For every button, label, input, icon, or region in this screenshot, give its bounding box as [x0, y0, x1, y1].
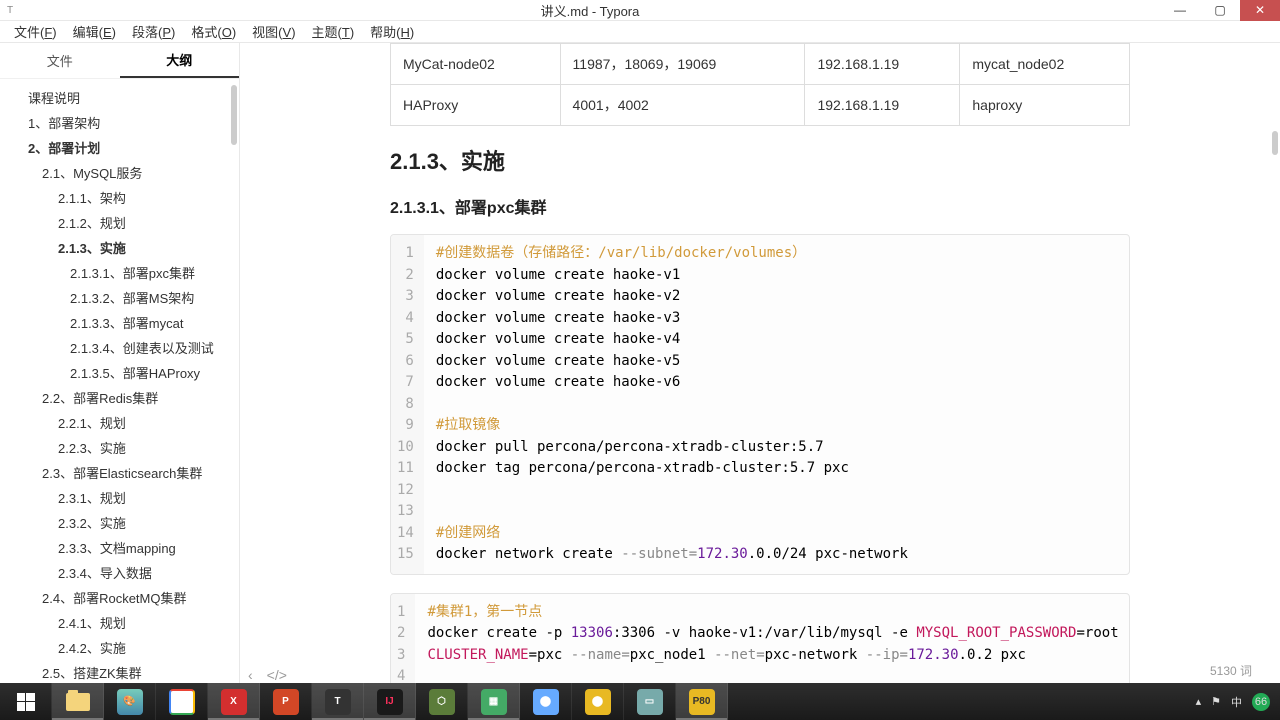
system-tray[interactable]: ▴ ⚑ 中 66	[1196, 693, 1280, 711]
outline-item[interactable]: 2.1.1、架构	[0, 185, 239, 210]
start-button[interactable]	[0, 683, 52, 720]
app-icon: T	[0, 5, 20, 16]
menu-paragraph[interactable]: 段落(P)	[124, 20, 183, 43]
outline-item[interactable]: 2、部署计划	[0, 135, 239, 160]
outline-list[interactable]: 课程说明1、部署架构2、部署计划2.1、MySQL服务2.1.1、架构2.1.2…	[0, 79, 239, 683]
window-title: 讲义.md - Typora	[20, 1, 1160, 20]
tab-files[interactable]: 文件	[0, 43, 120, 78]
tab-outline[interactable]: 大纲	[120, 43, 240, 78]
tray-lang[interactable]: 中	[1231, 694, 1242, 710]
outline-item[interactable]: 2.3.2、实施	[0, 510, 239, 535]
task-app5[interactable]: ▭	[624, 683, 676, 720]
bottom-toolbar: ‹ </>	[248, 667, 287, 683]
titlebar: T 讲义.md - Typora — ▢ ✕	[0, 0, 1280, 21]
outline-item[interactable]: 2.1.2、规划	[0, 210, 239, 235]
outline-item[interactable]: 2.1.3.2、部署MS架构	[0, 285, 239, 310]
task-intellij[interactable]: IJ	[364, 683, 416, 720]
table-row: HAProxy 4001，4002 192.168.1.19 haproxy	[391, 85, 1130, 126]
task-paint[interactable]: 🎨	[104, 683, 156, 720]
code-icon[interactable]: </>	[267, 667, 287, 683]
outline-item[interactable]: 2.1.3.4、创建表以及测试	[0, 335, 239, 360]
taskbar: 🎨 X P T IJ ⬡ ▦ ⬤ ⬤ ▭ P80 ▴ ⚑ 中 66	[0, 683, 1280, 720]
menu-help[interactable]: 帮助(H)	[362, 20, 422, 43]
heading-h2: 2.1.3、实施	[390, 144, 1130, 176]
plan-table: MyCat-node02 11987，18069，19069 192.168.1…	[390, 43, 1130, 126]
outline-item[interactable]: 2.1.3.3、部署mycat	[0, 310, 239, 335]
task-chrome[interactable]	[156, 683, 208, 720]
task-app6[interactable]: P80	[676, 683, 728, 720]
menu-format[interactable]: 格式(O)	[183, 20, 244, 43]
back-icon[interactable]: ‹	[248, 667, 253, 683]
menu-file[interactable]: 文件(F)	[6, 20, 65, 43]
outline-item[interactable]: 2.4.1、规划	[0, 610, 239, 635]
task-app3[interactable]: ⬤	[520, 683, 572, 720]
close-button[interactable]: ✕	[1240, 0, 1280, 21]
task-app1[interactable]: ⬡	[416, 683, 468, 720]
minimize-button[interactable]: —	[1160, 0, 1200, 21]
outline-item[interactable]: 2.3.3、文档mapping	[0, 535, 239, 560]
menubar: 文件(F) 编辑(E) 段落(P) 格式(O) 视图(V) 主题(T) 帮助(H…	[0, 21, 1280, 43]
menu-theme[interactable]: 主题(T)	[304, 20, 363, 43]
scrollbar-thumb[interactable]	[1272, 131, 1278, 155]
task-app2[interactable]: ▦	[468, 683, 520, 720]
outline-item[interactable]: 2.1、MySQL服务	[0, 160, 239, 185]
outline-item[interactable]: 2.2、部署Redis集群	[0, 385, 239, 410]
task-explorer[interactable]	[52, 683, 104, 720]
task-app4[interactable]: ⬤	[572, 683, 624, 720]
outline-item[interactable]: 2.1.3.5、部署HAProxy	[0, 360, 239, 385]
task-xshell[interactable]: X	[208, 683, 260, 720]
outline-item[interactable]: 2.4、部署RocketMQ集群	[0, 585, 239, 610]
outline-item[interactable]: 2.4.2、实施	[0, 635, 239, 660]
tray-num[interactable]: 66	[1252, 693, 1270, 711]
outline-item[interactable]: 2.2.1、规划	[0, 410, 239, 435]
tray-up-icon[interactable]: ▴	[1196, 695, 1202, 708]
code-block-1[interactable]: 123456789101112131415 #创建数据卷（存储路径：/var/l…	[390, 234, 1130, 575]
outline-item[interactable]: 2.3、部署Elasticsearch集群	[0, 460, 239, 485]
sidebar: 文件 大纲 课程说明1、部署架构2、部署计划2.1、MySQL服务2.1.1、架…	[0, 43, 240, 683]
editor-content[interactable]: MyCat-node02 11987，18069，19069 192.168.1…	[240, 43, 1280, 683]
menu-edit[interactable]: 编辑(E)	[65, 20, 124, 43]
menu-view[interactable]: 视图(V)	[244, 20, 303, 43]
outline-item[interactable]: 2.2.3、实施	[0, 435, 239, 460]
outline-item[interactable]: 2.3.4、导入数据	[0, 560, 239, 585]
outline-item[interactable]: 2.5、搭建ZK集群	[0, 660, 239, 683]
outline-item[interactable]: 1、部署架构	[0, 110, 239, 135]
outline-item[interactable]: 课程说明	[0, 85, 239, 110]
code-block-2[interactable]: 123456 #集群1，第一节点docker create -p 13306:3…	[390, 593, 1130, 684]
table-row: MyCat-node02 11987，18069，19069 192.168.1…	[391, 44, 1130, 85]
task-ppt[interactable]: P	[260, 683, 312, 720]
word-count: 5130 词	[1210, 662, 1252, 679]
maximize-button[interactable]: ▢	[1200, 0, 1240, 21]
outline-item[interactable]: 2.1.3.1、部署pxc集群	[0, 260, 239, 285]
scrollbar-thumb[interactable]	[231, 85, 237, 145]
outline-item[interactable]: 2.3.1、规划	[0, 485, 239, 510]
task-typora[interactable]: T	[312, 683, 364, 720]
tray-flag-icon[interactable]: ⚑	[1211, 695, 1221, 708]
outline-item[interactable]: 2.1.3、实施	[0, 235, 239, 260]
heading-h3: 2.1.3.1、部署pxc集群	[390, 194, 1130, 218]
